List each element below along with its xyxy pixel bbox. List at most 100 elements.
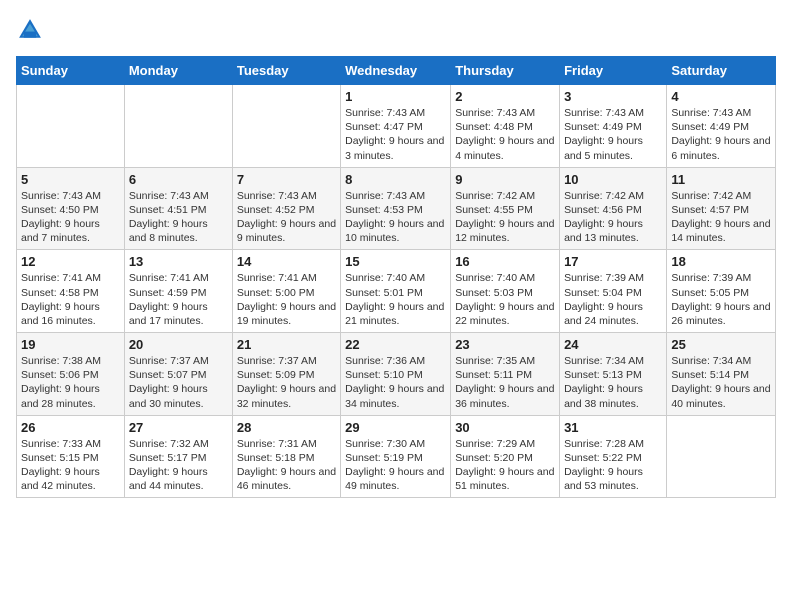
cell-sun-info: Sunrise: 7:39 AMSunset: 5:04 PMDaylight:…	[564, 271, 662, 328]
day-number: 27	[129, 420, 228, 435]
calendar-cell: 27 Sunrise: 7:32 AMSunset: 5:17 PMDayligh…	[124, 415, 232, 498]
day-number: 3	[564, 89, 662, 104]
day-number: 22	[345, 337, 446, 352]
day-number: 29	[345, 420, 446, 435]
cell-sun-info: Sunrise: 7:43 AMSunset: 4:51 PMDaylight:…	[129, 189, 228, 246]
cell-sun-info: Sunrise: 7:28 AMSunset: 5:22 PMDaylight:…	[564, 437, 662, 494]
calendar-cell: 18 Sunrise: 7:39 AMSunset: 5:05 PMDayligh…	[667, 250, 776, 333]
calendar-cell: 23Sunrise: 7:35 AMSunset: 5:11 PMDayligh…	[451, 333, 560, 416]
calendar-cell: 12Sunrise: 7:41 AMSunset: 4:58 PMDayligh…	[17, 250, 125, 333]
weekday-header-saturday: Saturday	[667, 57, 776, 85]
calendar-cell: 1 Sunrise: 7:43 AMSunset: 4:47 PMDaylight…	[341, 85, 451, 168]
calendar-cell: 7 Sunrise: 7:43 AMSunset: 4:52 PMDaylight…	[232, 167, 340, 250]
day-number: 7	[237, 172, 336, 187]
day-number: 1	[345, 89, 446, 104]
weekday-header-sunday: Sunday	[17, 57, 125, 85]
cell-sun-info: Sunrise: 7:43 AMSunset: 4:49 PMDaylight:…	[564, 106, 662, 163]
cell-sun-info: Sunrise: 7:31 AMSunset: 5:18 PMDaylight:…	[237, 437, 336, 494]
calendar-week-row: 12Sunrise: 7:41 AMSunset: 4:58 PMDayligh…	[17, 250, 776, 333]
day-number: 25	[671, 337, 771, 352]
day-number: 9	[455, 172, 555, 187]
day-number: 28	[237, 420, 336, 435]
calendar-cell: 31Sunrise: 7:28 AMSunset: 5:22 PMDayligh…	[560, 415, 667, 498]
day-number: 5	[21, 172, 120, 187]
cell-sun-info: Sunrise: 7:41 AMSunset: 5:00 PMDaylight:…	[237, 271, 336, 328]
weekday-header-row: SundayMondayTuesdayWednesdayThursdayFrid…	[17, 57, 776, 85]
calendar-cell: 8 Sunrise: 7:43 AMSunset: 4:53 PMDaylight…	[341, 167, 451, 250]
calendar-cell: 15 Sunrise: 7:40 AMSunset: 5:01 PMDayligh…	[341, 250, 451, 333]
day-number: 15	[345, 254, 446, 269]
cell-sun-info: Sunrise: 7:39 AMSunset: 5:05 PMDaylight:…	[671, 271, 771, 328]
day-number: 19	[21, 337, 120, 352]
cell-sun-info: Sunrise: 7:42 AMSunset: 4:57 PMDaylight:…	[671, 189, 771, 246]
day-number: 14	[237, 254, 336, 269]
calendar-cell: 19 Sunrise: 7:38 AMSunset: 5:06 PMDayligh…	[17, 333, 125, 416]
calendar-cell: 22 Sunrise: 7:36 AMSunset: 5:10 PMDayligh…	[341, 333, 451, 416]
cell-sun-info: Sunrise: 7:43 AMSunset: 4:52 PMDaylight:…	[237, 189, 336, 246]
calendar-cell: 2 Sunrise: 7:43 AMSunset: 4:48 PMDaylight…	[451, 85, 560, 168]
calendar-cell: 13 Sunrise: 7:41 AMSunset: 4:59 PMDayligh…	[124, 250, 232, 333]
cell-sun-info: Sunrise: 7:43 AMSunset: 4:47 PMDaylight:…	[345, 106, 446, 163]
cell-sun-info: Sunrise: 7:32 AMSunset: 5:17 PMDaylight:…	[129, 437, 228, 494]
calendar-cell: 9 Sunrise: 7:42 AMSunset: 4:55 PMDaylight…	[451, 167, 560, 250]
calendar-week-row: 1 Sunrise: 7:43 AMSunset: 4:47 PMDaylight…	[17, 85, 776, 168]
cell-sun-info: Sunrise: 7:35 AMSunset: 5:11 PMDaylight:…	[455, 354, 555, 411]
calendar-cell: 14 Sunrise: 7:41 AMSunset: 5:00 PMDayligh…	[232, 250, 340, 333]
day-number: 20	[129, 337, 228, 352]
calendar-cell	[17, 85, 125, 168]
calendar-week-row: 26 Sunrise: 7:33 AMSunset: 5:15 PMDayligh…	[17, 415, 776, 498]
cell-sun-info: Sunrise: 7:36 AMSunset: 5:10 PMDaylight:…	[345, 354, 446, 411]
day-number: 10	[564, 172, 662, 187]
calendar-cell: 21 Sunrise: 7:37 AMSunset: 5:09 PMDayligh…	[232, 333, 340, 416]
day-number: 16	[455, 254, 555, 269]
calendar-cell: 28 Sunrise: 7:31 AMSunset: 5:18 PMDayligh…	[232, 415, 340, 498]
calendar-cell: 30 Sunrise: 7:29 AMSunset: 5:20 PMDayligh…	[451, 415, 560, 498]
calendar-week-row: 5 Sunrise: 7:43 AMSunset: 4:50 PMDaylight…	[17, 167, 776, 250]
day-number: 26	[21, 420, 120, 435]
day-number: 2	[455, 89, 555, 104]
cell-sun-info: Sunrise: 7:37 AMSunset: 5:09 PMDaylight:…	[237, 354, 336, 411]
day-number: 17	[564, 254, 662, 269]
cell-sun-info: Sunrise: 7:34 AMSunset: 5:14 PMDaylight:…	[671, 354, 771, 411]
calendar-cell: 10 Sunrise: 7:42 AMSunset: 4:56 PMDayligh…	[560, 167, 667, 250]
cell-sun-info: Sunrise: 7:41 AMSunset: 4:59 PMDaylight:…	[129, 271, 228, 328]
weekday-header-friday: Friday	[560, 57, 667, 85]
cell-sun-info: Sunrise: 7:29 AMSunset: 5:20 PMDaylight:…	[455, 437, 555, 494]
cell-sun-info: Sunrise: 7:43 AMSunset: 4:53 PMDaylight:…	[345, 189, 446, 246]
calendar-cell: 16Sunrise: 7:40 AMSunset: 5:03 PMDayligh…	[451, 250, 560, 333]
logo-icon	[16, 16, 44, 44]
cell-sun-info: Sunrise: 7:43 AMSunset: 4:50 PMDaylight:…	[21, 189, 120, 246]
cell-sun-info: Sunrise: 7:33 AMSunset: 5:15 PMDaylight:…	[21, 437, 120, 494]
day-number: 18	[671, 254, 771, 269]
day-number: 8	[345, 172, 446, 187]
cell-sun-info: Sunrise: 7:38 AMSunset: 5:06 PMDaylight:…	[21, 354, 120, 411]
calendar-cell: 29 Sunrise: 7:30 AMSunset: 5:19 PMDayligh…	[341, 415, 451, 498]
weekday-header-thursday: Thursday	[451, 57, 560, 85]
day-number: 30	[455, 420, 555, 435]
calendar-cell	[232, 85, 340, 168]
day-number: 13	[129, 254, 228, 269]
weekday-header-monday: Monday	[124, 57, 232, 85]
day-number: 4	[671, 89, 771, 104]
calendar-table: SundayMondayTuesdayWednesdayThursdayFrid…	[16, 56, 776, 498]
cell-sun-info: Sunrise: 7:42 AMSunset: 4:56 PMDaylight:…	[564, 189, 662, 246]
logo	[16, 16, 48, 44]
page-header	[16, 16, 776, 44]
weekday-header-wednesday: Wednesday	[341, 57, 451, 85]
calendar-cell: 3 Sunrise: 7:43 AMSunset: 4:49 PMDaylight…	[560, 85, 667, 168]
cell-sun-info: Sunrise: 7:42 AMSunset: 4:55 PMDaylight:…	[455, 189, 555, 246]
cell-sun-info: Sunrise: 7:30 AMSunset: 5:19 PMDaylight:…	[345, 437, 446, 494]
day-number: 12	[21, 254, 120, 269]
calendar-week-row: 19 Sunrise: 7:38 AMSunset: 5:06 PMDayligh…	[17, 333, 776, 416]
calendar-cell: 26 Sunrise: 7:33 AMSunset: 5:15 PMDayligh…	[17, 415, 125, 498]
cell-sun-info: Sunrise: 7:34 AMSunset: 5:13 PMDaylight:…	[564, 354, 662, 411]
day-number: 6	[129, 172, 228, 187]
calendar-cell	[667, 415, 776, 498]
cell-sun-info: Sunrise: 7:43 AMSunset: 4:49 PMDaylight:…	[671, 106, 771, 163]
cell-sun-info: Sunrise: 7:40 AMSunset: 5:01 PMDaylight:…	[345, 271, 446, 328]
cell-sun-info: Sunrise: 7:43 AMSunset: 4:48 PMDaylight:…	[455, 106, 555, 163]
calendar-cell: 17 Sunrise: 7:39 AMSunset: 5:04 PMDayligh…	[560, 250, 667, 333]
cell-sun-info: Sunrise: 7:37 AMSunset: 5:07 PMDaylight:…	[129, 354, 228, 411]
calendar-cell: 5 Sunrise: 7:43 AMSunset: 4:50 PMDaylight…	[17, 167, 125, 250]
day-number: 21	[237, 337, 336, 352]
